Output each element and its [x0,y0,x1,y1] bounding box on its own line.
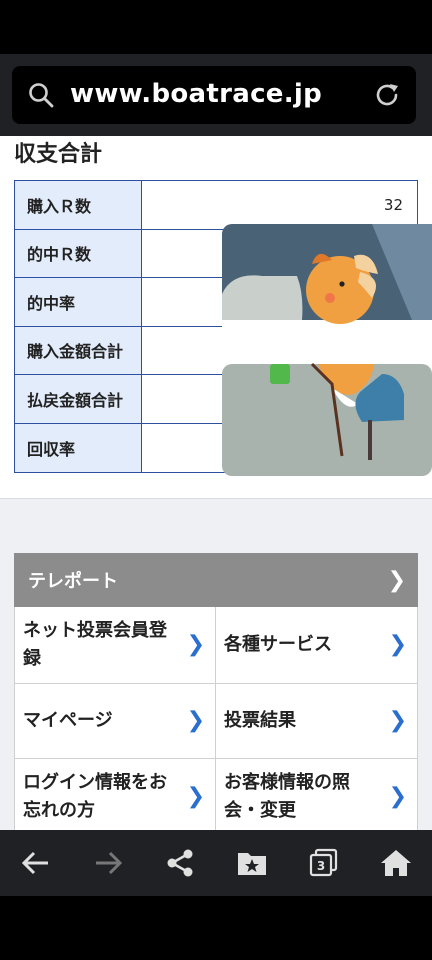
tab-count: 3 [317,859,325,873]
home-icon [381,850,411,876]
url-text[interactable]: www.boatrace.jp [70,79,322,109]
forward-button[interactable] [83,838,133,888]
browser-toolbar: www.boatrace.jp [0,54,432,136]
row-value: 32 [383,195,403,214]
menu-item-label: お客様情報の照会・変更 [224,772,350,821]
chevron-right-icon: ❯ [388,632,407,657]
teleport-title: テレポート [28,571,118,592]
status-bar [0,0,432,54]
teleport-header[interactable]: テレポート ❯ [14,553,418,607]
chevron-right-icon: ❯ [186,632,205,657]
reload-icon[interactable] [372,80,402,110]
back-button[interactable] [11,838,61,888]
browser-bottom-nav: 3 [0,830,432,896]
menu-item-label: マイページ [23,710,113,731]
teleport-menu: ネット投票会員登録 ❯ 各種サービス ❯ マイページ ❯ 投票結果 ❯ ログイン… [14,607,418,830]
bookmarks-button[interactable] [227,838,277,888]
page-title: 収支合計 [14,142,103,167]
menu-item-label: 各種サービス [224,634,332,655]
menu-item-customer-info[interactable]: お客様情報の照会・変更 ❯ [216,759,417,830]
row-label: 回収率 [15,423,142,472]
menu-item-services[interactable]: 各種サービス ❯ [216,607,417,684]
chevron-right-icon: ❯ [388,708,407,733]
system-nav-bar [0,896,432,960]
chevron-right-icon: ❯ [186,708,205,733]
row-label: 購入金額合計 [15,326,142,374]
chevron-right-icon: ❯ [387,567,406,593]
home-button[interactable] [371,838,421,888]
chevron-right-icon: ❯ [186,784,205,809]
search-icon [29,83,54,108]
menu-item-net-vote-registration[interactable]: ネット投票会員登録 ❯ [15,607,216,684]
tabs-button[interactable]: 3 [299,838,349,888]
bookmarks-icon [238,853,266,875]
menu-item-label: ログイン情報をお忘れの方 [23,772,167,821]
menu-item-label: 投票結果 [224,710,296,731]
row-label: 購入Ｒ数 [15,181,142,229]
row-label: 的中率 [15,278,142,326]
page-content: 収支合計 購入Ｒ数 32 的中Ｒ数 的中率 購入金額合計 ¥73,600 払戻金… [0,136,432,830]
menu-item-my-page[interactable]: マイページ ❯ [15,684,216,759]
share-icon [167,849,193,877]
share-button[interactable] [155,838,205,888]
forward-arrow-icon [96,851,123,875]
menu-item-forgot-login[interactable]: ログイン情報をお忘れの方 ❯ [15,759,216,830]
table-row: 購入Ｒ数 32 [15,181,417,230]
row-label: 的中Ｒ数 [15,229,142,277]
menu-item-label: ネット投票会員登録 [23,620,167,669]
mascot-illustration [222,224,432,476]
chevron-right-icon: ❯ [388,784,407,809]
menu-item-vote-results[interactable]: 投票結果 ❯ [216,684,417,759]
row-label: 払戻金額合計 [15,375,142,423]
tabs-icon: 3 [309,848,338,877]
back-arrow-icon [21,851,48,875]
address-bar[interactable]: www.boatrace.jp [12,66,416,124]
